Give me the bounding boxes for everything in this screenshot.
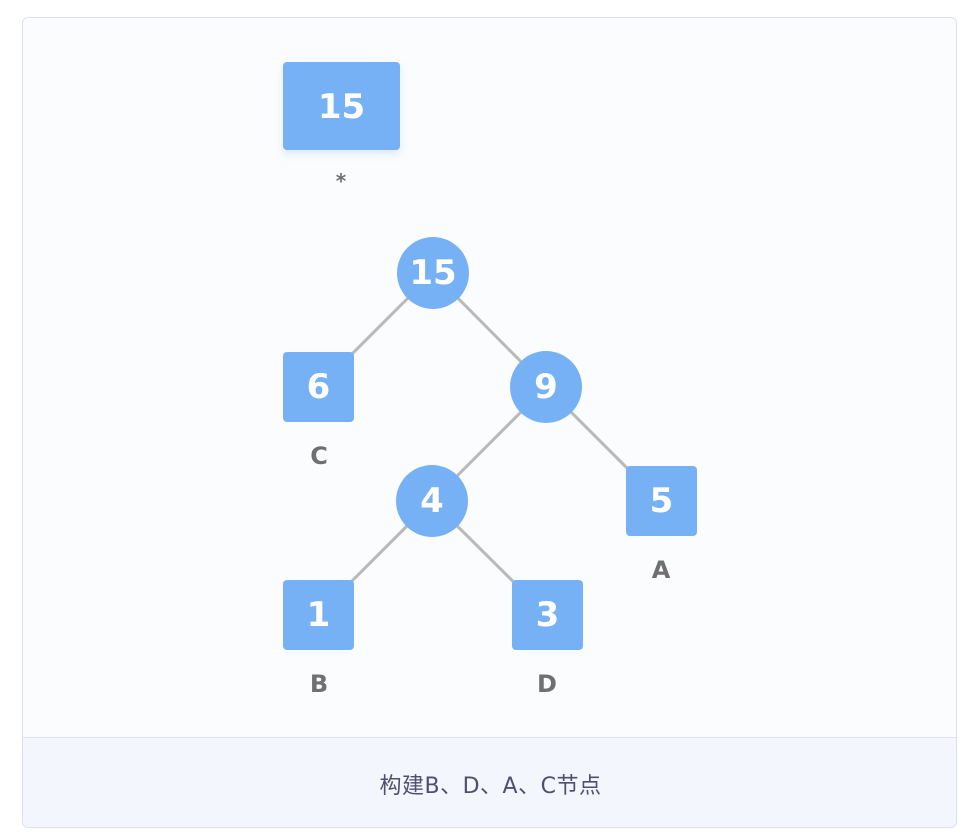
caption-bar: 构建B、D、A、C节点 — [23, 737, 956, 827]
diagram-stage: 15 * 15 9 4 6 C 5 A 1 B 3 D — [23, 18, 956, 737]
tree-root-node: 15 — [397, 237, 469, 309]
leaf-node-c: 6 C — [283, 352, 354, 470]
leaf-node-c-label: C — [310, 442, 328, 470]
step-caption: 构建B、D、A、C节点 — [379, 773, 602, 799]
leaf-node-d: 3 D — [512, 580, 583, 698]
top-block-value: 15 — [318, 87, 365, 127]
huffman-tree-svg: 15 * 15 9 4 6 C 5 A 1 B 3 D — [283, 62, 697, 698]
leaf-node-a-label: A — [652, 556, 671, 584]
root-value: 15 — [409, 253, 456, 293]
internal-node-4: 4 — [396, 465, 468, 537]
leaf-node-a-value: 5 — [650, 481, 674, 521]
top-block: 15 * — [283, 62, 400, 193]
internal-node-9-value: 9 — [534, 367, 558, 407]
leaf-node-d-value: 3 — [536, 595, 560, 635]
leaf-node-c-value: 6 — [307, 367, 331, 407]
internal-node-9: 9 — [510, 351, 582, 423]
leaf-node-a: 5 A — [626, 466, 697, 584]
top-block-label: * — [336, 169, 347, 193]
leaf-node-b: 1 B — [283, 580, 354, 698]
leaf-node-b-label: B — [310, 670, 328, 698]
leaf-node-d-label: D — [537, 670, 557, 698]
internal-node-4-value: 4 — [420, 481, 444, 521]
diagram-card: 15 * 15 9 4 6 C 5 A 1 B 3 D 构建B、D、A、C节点 — [22, 17, 957, 828]
leaf-node-b-value: 1 — [307, 595, 331, 635]
